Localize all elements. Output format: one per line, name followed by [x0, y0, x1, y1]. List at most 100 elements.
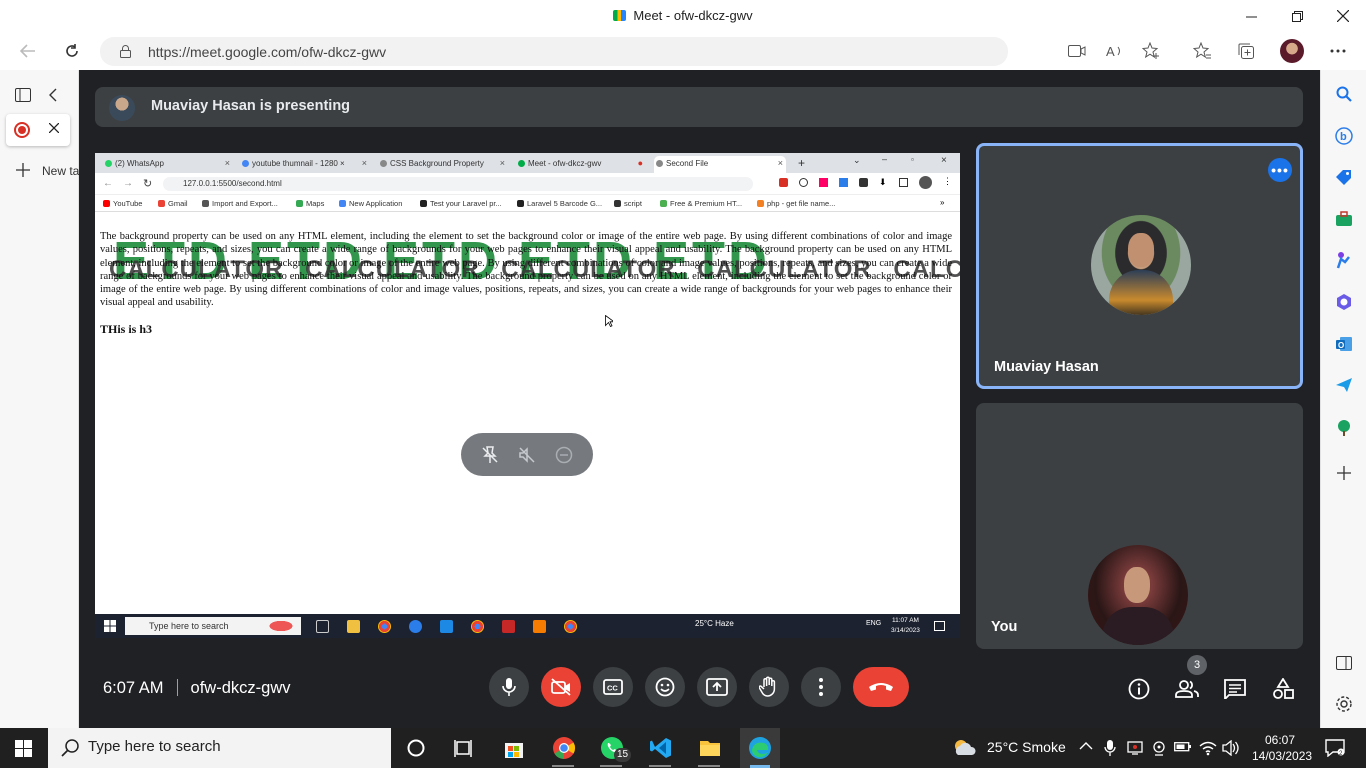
- reactions-button[interactable]: [645, 667, 685, 707]
- tile-more-options-icon[interactable]: •••: [1268, 158, 1292, 182]
- present-now-button[interactable]: [697, 667, 737, 707]
- remove-icon[interactable]: [555, 446, 573, 464]
- activities-button[interactable]: [1270, 676, 1296, 702]
- add-favorite-icon[interactable]: [1136, 36, 1166, 66]
- bookmark: YouTube: [103, 199, 142, 208]
- microphone-in-use-icon[interactable]: [1104, 739, 1116, 757]
- windows-logo-icon: [104, 620, 116, 632]
- volume-icon[interactable]: [1222, 740, 1240, 756]
- mute-icon[interactable]: [518, 446, 536, 464]
- meeting-details-button[interactable]: [1126, 676, 1152, 702]
- office-icon[interactable]: [1334, 292, 1354, 312]
- tab-actions-icon[interactable]: [15, 88, 31, 102]
- microphone-button[interactable]: [489, 667, 529, 707]
- favorites-icon[interactable]: [1187, 36, 1217, 66]
- send-icon[interactable]: [1334, 375, 1354, 395]
- screen-share-icon[interactable]: [1127, 740, 1143, 756]
- raise-hand-button[interactable]: [749, 667, 789, 707]
- taskbar-search-placeholder: Type here to search: [88, 738, 221, 755]
- battery-icon[interactable]: [1174, 741, 1192, 753]
- shopping-tag-icon[interactable]: [1334, 167, 1354, 187]
- outlook-icon[interactable]: O: [1334, 334, 1354, 354]
- notification-center-icon[interactable]: 2: [1325, 739, 1345, 757]
- bing-chat-icon[interactable]: b: [1334, 126, 1354, 146]
- collections-icon[interactable]: [1231, 36, 1261, 66]
- close-tab-icon[interactable]: [49, 123, 59, 133]
- sidepanel-icon: [899, 178, 908, 187]
- close-window-button[interactable]: [1320, 0, 1366, 32]
- collapse-pane-icon[interactable]: [48, 88, 58, 102]
- settings-gear-icon[interactable]: [1334, 694, 1354, 714]
- whatsapp-icon[interactable]: 15: [600, 736, 631, 762]
- forward-arrow-icon: →: [123, 178, 133, 189]
- webcam-icon[interactable]: [1151, 740, 1167, 756]
- taskbar-search-box[interactable]: Type here to search: [48, 728, 391, 768]
- bookmark: New Application: [339, 199, 402, 208]
- new-tab-label[interactable]: New ta: [42, 164, 79, 178]
- address-bar[interactable]: https://meet.google.com/ofw-dkcz-gwv: [100, 37, 1008, 66]
- hand-icon: [759, 676, 776, 697]
- meet-logo-icon: [613, 10, 627, 21]
- people-button[interactable]: [1174, 676, 1200, 702]
- shared-tab-active: Second File ×: [654, 156, 786, 173]
- chrome-icon[interactable]: [552, 736, 576, 760]
- refresh-icon[interactable]: [57, 36, 87, 66]
- info-icon: [1128, 678, 1150, 700]
- participant-tile-self[interactable]: You: [976, 403, 1303, 649]
- cloud-icon: [952, 737, 978, 757]
- windows-taskbar: Type here to search 15 25°C Smoke 06:07 1…: [0, 728, 1366, 768]
- leave-call-button[interactable]: [853, 667, 909, 707]
- weather-widget[interactable]: 25°C Smoke: [952, 739, 1066, 755]
- games-icon[interactable]: [1334, 250, 1354, 270]
- read-aloud-icon[interactable]: A: [1100, 36, 1130, 66]
- search-icon[interactable]: [1334, 84, 1354, 104]
- hide-sidebar-icon[interactable]: [1334, 653, 1354, 673]
- camera-in-use-icon[interactable]: [1062, 36, 1092, 66]
- participant-avatar: [1091, 215, 1191, 315]
- tools-icon[interactable]: [1334, 209, 1354, 229]
- notification-icon: [934, 621, 945, 631]
- active-tab[interactable]: [6, 114, 70, 146]
- people-icon: [1175, 680, 1199, 698]
- restore-icon: ▫: [911, 155, 914, 164]
- vscode-icon[interactable]: [649, 736, 673, 760]
- tab-favicon: [242, 160, 249, 167]
- camera-off-button[interactable]: [541, 667, 581, 707]
- captions-button[interactable]: CC: [593, 667, 633, 707]
- new-tab-plus-icon[interactable]: [16, 163, 30, 177]
- task-view-icon: [316, 620, 329, 633]
- more-menu-icon[interactable]: [1323, 36, 1353, 66]
- cortana-icon[interactable]: [404, 736, 428, 760]
- start-button[interactable]: [15, 740, 32, 757]
- restore-button[interactable]: [1274, 0, 1320, 32]
- chat-button[interactable]: [1222, 676, 1248, 702]
- shared-page-content: ETD ETD ETD ETD ETD CALCULATOR CALCULATO…: [95, 212, 960, 614]
- add-sidebar-app-icon[interactable]: [1334, 463, 1354, 483]
- participant-tile-presenter[interactable]: ••• Muaviay Hasan: [976, 143, 1303, 389]
- wifi-icon[interactable]: [1199, 740, 1217, 756]
- unpin-icon[interactable]: [481, 445, 499, 464]
- edge-taskbar-active[interactable]: [740, 728, 780, 768]
- bookmark: Laravel 5 Barcode G...: [517, 199, 602, 208]
- microsoft-store-icon[interactable]: [502, 736, 526, 760]
- system-clock[interactable]: 06:07 14/03/2023: [1252, 732, 1312, 764]
- extension-icon: [799, 178, 808, 187]
- lock-icon[interactable]: [120, 45, 131, 58]
- shared-taskbar-search: Type here to search: [125, 617, 280, 635]
- tree-icon[interactable]: [1334, 418, 1354, 438]
- svg-text:O: O: [1338, 341, 1344, 350]
- profile-avatar[interactable]: [1277, 36, 1307, 66]
- show-hidden-icons[interactable]: [1079, 741, 1093, 751]
- svg-text:A: A: [1106, 44, 1115, 58]
- url-text: https://meet.google.com/ofw-dkcz-gwv: [148, 44, 387, 60]
- activities-icon: [1273, 678, 1294, 699]
- recording-icon: [14, 122, 30, 138]
- more-options-button[interactable]: [801, 667, 841, 707]
- file-explorer-icon[interactable]: [698, 736, 722, 760]
- shared-tab: Meet - ofw-dkcz-gwv ●: [516, 156, 646, 173]
- minimize-button[interactable]: [1228, 0, 1274, 32]
- back-arrow-icon[interactable]: [13, 36, 43, 66]
- refresh-icon: ↻: [143, 178, 153, 190]
- menu-icon: ⋮: [943, 176, 952, 186]
- task-view-icon[interactable]: [452, 736, 476, 760]
